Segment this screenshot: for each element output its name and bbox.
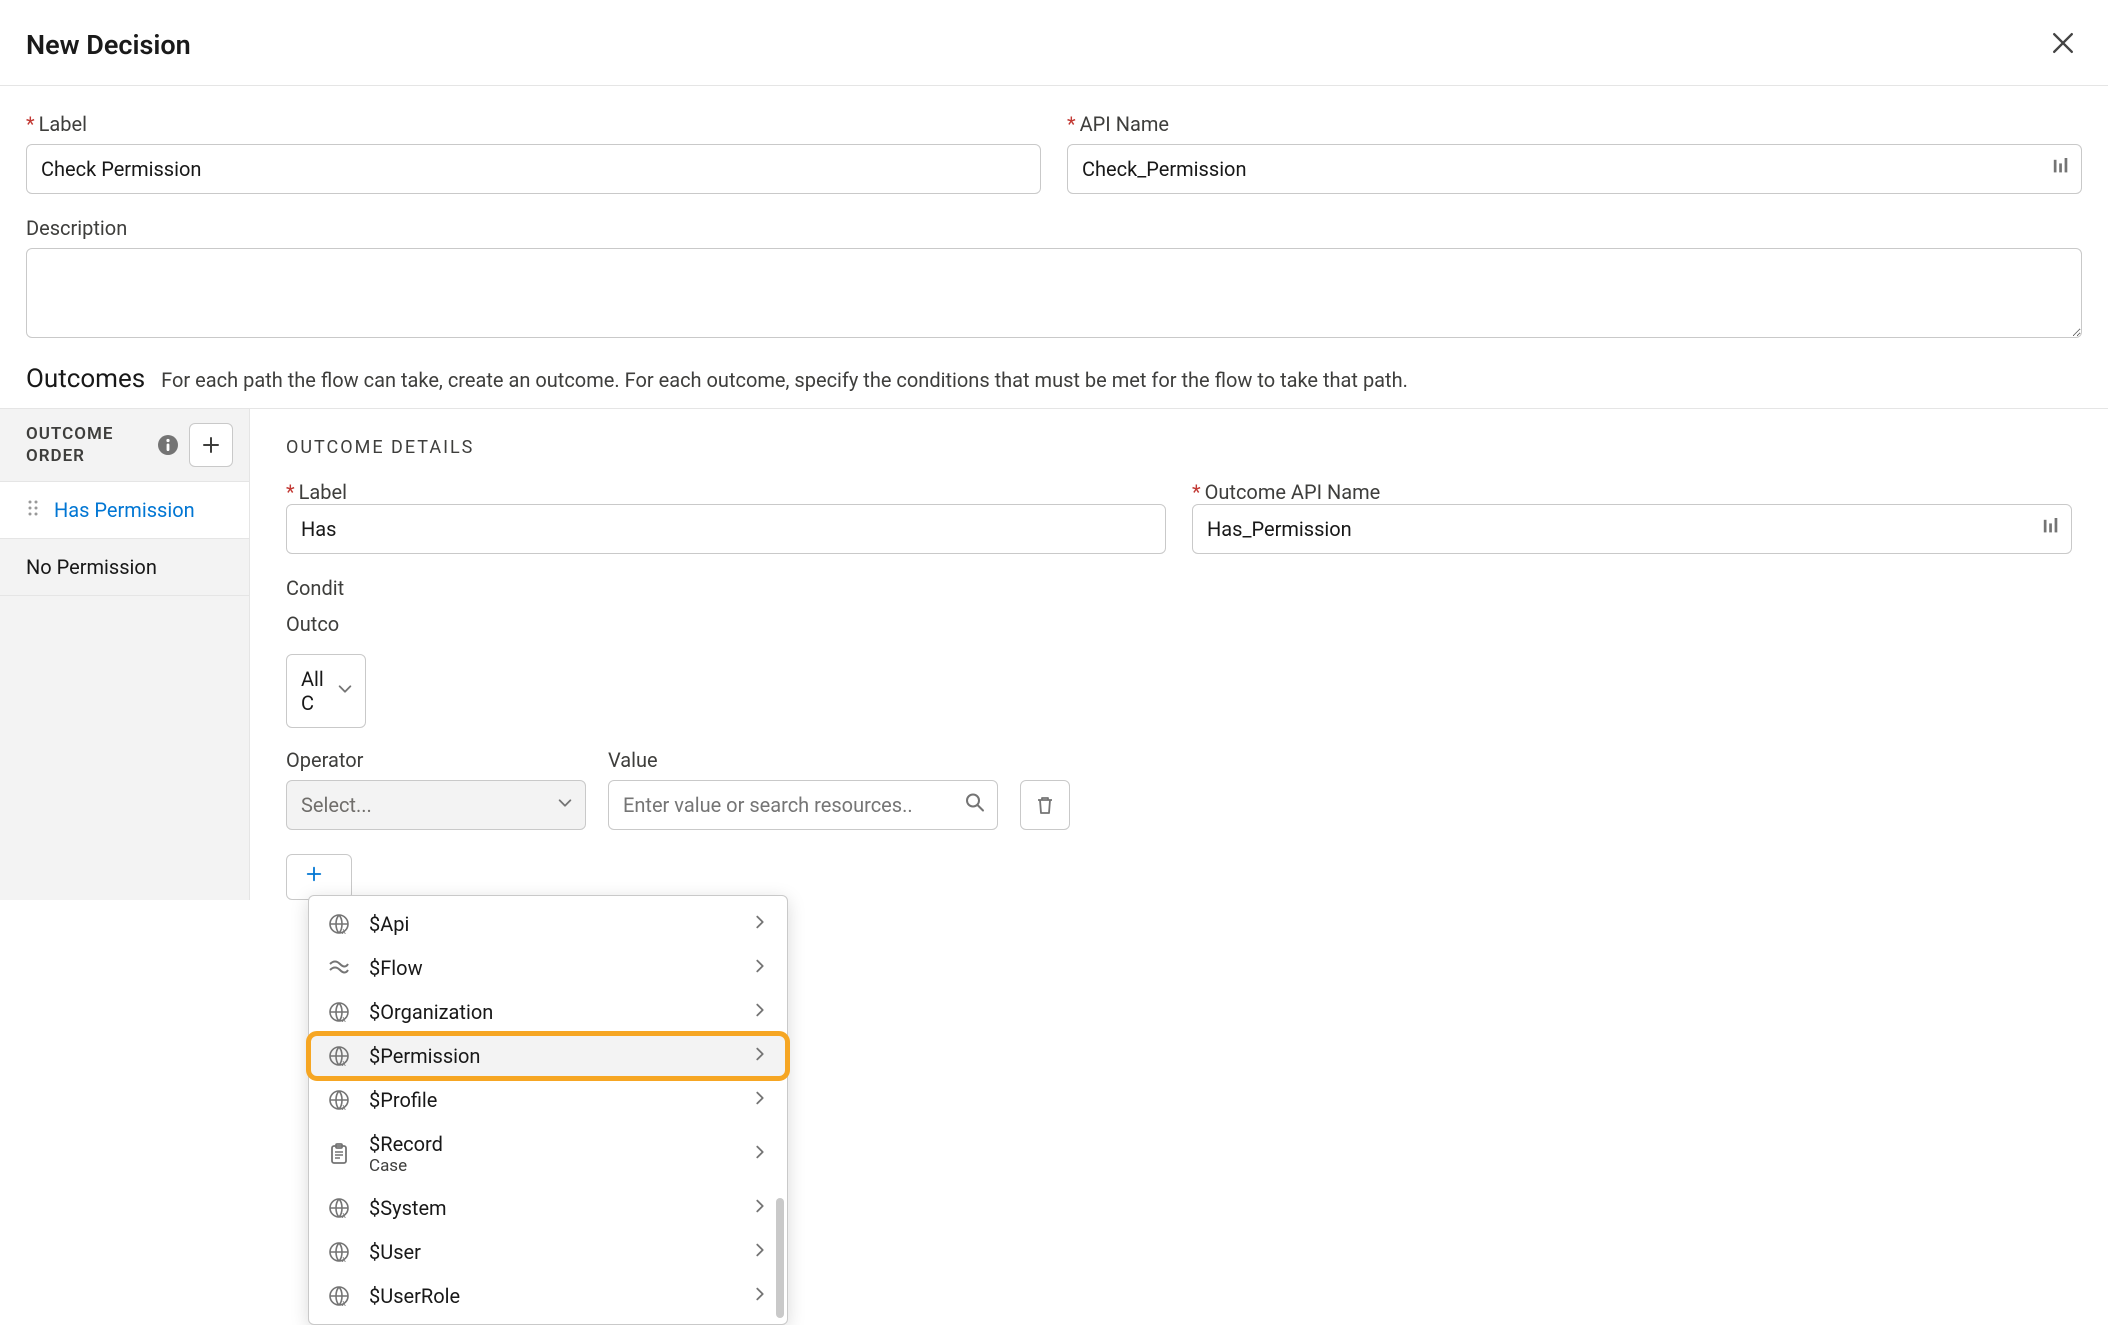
dropdown-item[interactable]: $User xyxy=(309,1230,787,1274)
delete-condition-button[interactable] xyxy=(1020,780,1070,830)
globe-icon xyxy=(327,1088,351,1112)
outcome-item-has-permission[interactable]: Has Permission xyxy=(0,482,249,539)
outcome-item-label: No Permission xyxy=(26,555,157,579)
api-name-input[interactable] xyxy=(1067,144,2082,194)
outcomes-split: OUTCOME ORDER Has Permission No Permissi… xyxy=(0,408,2108,900)
close-button[interactable] xyxy=(2044,24,2082,65)
chevron-right-icon xyxy=(751,1240,769,1264)
globe-icon xyxy=(327,912,351,936)
chevron-right-icon xyxy=(751,1284,769,1308)
dropdown-item-label: $User xyxy=(369,1240,733,1264)
add-outcome-button[interactable] xyxy=(189,423,233,467)
outcome-item-no-permission[interactable]: No Permission xyxy=(0,539,249,596)
modal-header: New Decision xyxy=(0,0,2108,86)
globe-icon xyxy=(327,1000,351,1024)
chevron-right-icon xyxy=(751,1142,769,1166)
dropdown-item[interactable]: $UserRole xyxy=(309,1274,787,1318)
scrollbar[interactable] xyxy=(776,1198,784,1318)
chevron-right-icon xyxy=(751,1088,769,1112)
modal-title: New Decision xyxy=(26,29,191,61)
dropdown-item[interactable]: $System xyxy=(309,1186,787,1230)
dropdown-item-label: $Api xyxy=(369,912,733,936)
outcome-order-title: OUTCOME ORDER xyxy=(26,423,157,467)
globe-icon xyxy=(327,1196,351,1220)
plus-icon xyxy=(305,865,323,889)
dropdown-item[interactable]: $RecordCase xyxy=(309,1122,787,1186)
globe-icon xyxy=(327,1044,351,1068)
outcome-item-label: Has Permission xyxy=(54,498,195,522)
dropdown-item-label: $Organization xyxy=(369,1000,733,1024)
plus-icon xyxy=(201,435,221,455)
outcomes-help: For each path the flow can take, create … xyxy=(161,368,1408,392)
chevron-right-icon xyxy=(751,1196,769,1220)
outcome-order-header: OUTCOME ORDER xyxy=(0,409,249,482)
globe-icon xyxy=(327,1284,351,1308)
outcome-api-name-label: *Outcome API Name xyxy=(1192,480,1380,504)
form-body: *Label *API Name Description xyxy=(0,86,2108,338)
new-decision-modal: New Decision *Label *API Name Descriptio… xyxy=(0,0,2108,900)
condition-requirements-label: Condit xyxy=(286,576,2072,600)
dropdown-item-label: $UserRole xyxy=(369,1284,733,1308)
outcomes-header: Outcomes For each path the flow can take… xyxy=(0,360,2108,408)
dropdown-item-label: $Profile xyxy=(369,1088,733,1112)
dropdown-item-label: $Permission xyxy=(369,1044,733,1068)
dropdown-item[interactable]: $Profile xyxy=(309,1078,787,1122)
info-icon[interactable] xyxy=(157,434,179,456)
drag-handle-icon[interactable] xyxy=(26,498,40,522)
dropdown-item[interactable]: $Api xyxy=(309,902,787,946)
operator-select[interactable]: Select... xyxy=(286,780,586,830)
chevron-right-icon xyxy=(751,1000,769,1024)
outcome-api-name-input[interactable] xyxy=(1192,504,2072,554)
dropdown-item[interactable]: $Permission xyxy=(309,1034,787,1078)
outcome-details-heading: OUTCOME DETAILS xyxy=(286,437,2072,458)
chevron-right-icon xyxy=(751,1044,769,1068)
condition-row: Operator Select... Value xyxy=(286,748,2072,830)
dropdown-item-label: $RecordCase xyxy=(369,1132,733,1176)
dropdown-item-label: $Flow xyxy=(369,956,733,980)
outcome-label-input[interactable] xyxy=(286,504,1166,554)
add-condition-button[interactable] xyxy=(286,854,352,900)
flow-icon xyxy=(327,956,351,980)
trash-icon xyxy=(1034,794,1056,816)
description-textarea[interactable] xyxy=(26,248,2082,338)
outcome-order-sidebar: OUTCOME ORDER Has Permission No Permissi… xyxy=(0,409,250,900)
outcome-label-label: *Label xyxy=(286,480,347,504)
condition-outcome-label: Outco xyxy=(286,612,2072,636)
api-name-label: *API Name xyxy=(1067,112,2082,136)
clipboard-icon xyxy=(327,1142,351,1166)
chevron-right-icon xyxy=(751,912,769,936)
bars-icon xyxy=(2042,517,2060,541)
outcome-details-panel: OUTCOME DETAILS *Label *Outcome API Name… xyxy=(250,409,2108,900)
description-label: Description xyxy=(26,216,2082,240)
globe-icon xyxy=(327,1240,351,1264)
dropdown-item[interactable]: $Flow xyxy=(309,946,787,990)
close-icon xyxy=(2052,32,2074,54)
label-field-label: *Label xyxy=(26,112,1041,136)
operator-label: Operator xyxy=(286,748,586,772)
label-input[interactable] xyxy=(26,144,1041,194)
search-icon xyxy=(964,792,986,819)
bars-icon xyxy=(2052,157,2070,181)
condition-requirements-select[interactable]: All C xyxy=(286,654,366,728)
dropdown-item[interactable]: $Organization xyxy=(309,990,787,1034)
dropdown-item-label: $System xyxy=(369,1196,733,1220)
outcomes-title: Outcomes xyxy=(26,364,145,394)
resource-dropdown: $Api $Flow $Organization $Permission $Profil… xyxy=(308,895,788,1325)
chevron-right-icon xyxy=(751,956,769,980)
value-input[interactable] xyxy=(608,780,998,830)
value-label: Value xyxy=(608,748,998,772)
